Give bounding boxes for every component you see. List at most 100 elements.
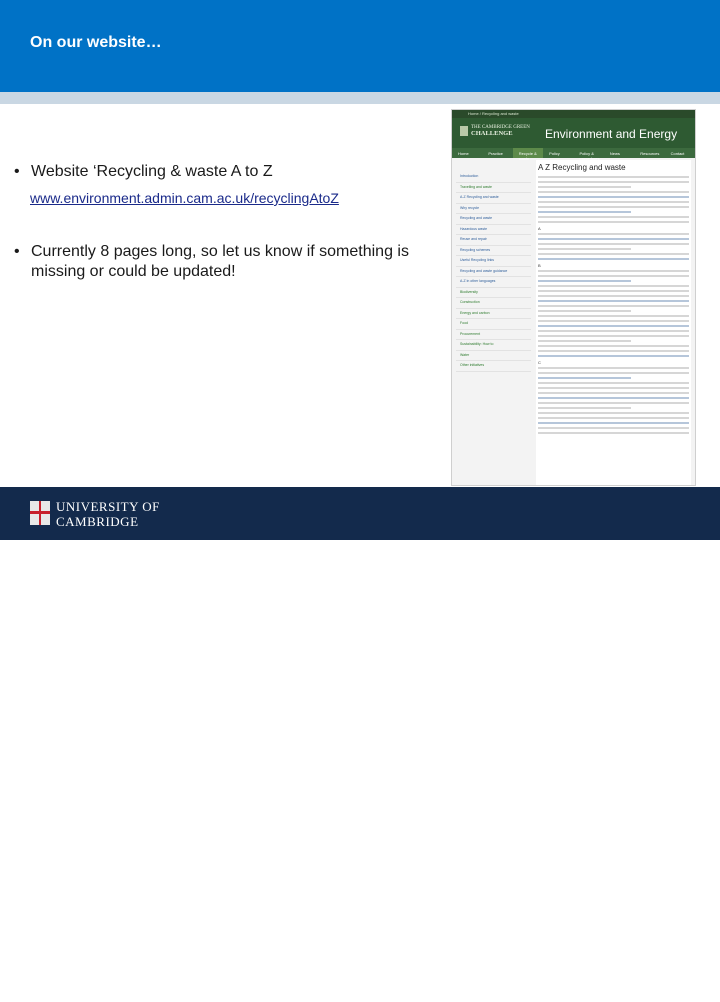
screenshot-nav: Home Practice Recycle & waste Policy Pol… bbox=[452, 148, 695, 161]
text-line bbox=[538, 402, 689, 404]
text-line bbox=[538, 191, 689, 193]
text-line bbox=[538, 211, 631, 213]
screenshot-page-heading: A Z Recycling and waste bbox=[536, 160, 691, 176]
text-line bbox=[538, 427, 689, 429]
sidebar-item: Useful Recycling links bbox=[456, 256, 531, 267]
sidebar-item: Introduction bbox=[456, 172, 531, 183]
text-line bbox=[538, 315, 689, 317]
footer-band: UNIVERSITY OF CAMBRIDGE 25 bbox=[0, 487, 720, 1002]
text-line bbox=[538, 275, 689, 277]
text-line bbox=[538, 310, 631, 312]
divider-band bbox=[0, 92, 720, 104]
nav-item: News bbox=[609, 151, 620, 156]
slide-title: On our website… bbox=[30, 34, 162, 51]
text-line bbox=[538, 330, 689, 332]
text-line bbox=[538, 221, 689, 223]
text-line bbox=[538, 345, 689, 347]
sidebar-item: Recycling schemes bbox=[456, 246, 531, 256]
university-crest-icon bbox=[30, 501, 50, 525]
sidebar-item: Sustainability: How to bbox=[456, 340, 531, 351]
sidebar-item: Energy and carbon bbox=[456, 309, 531, 319]
screenshot-sidebar: Introduction Travelling and waste A-Z Re… bbox=[456, 172, 531, 372]
text-line bbox=[538, 243, 689, 245]
sidebar-item: Hazardous waste bbox=[456, 225, 531, 235]
text-line bbox=[538, 196, 689, 198]
text-line bbox=[538, 335, 689, 337]
text-line bbox=[538, 367, 689, 369]
text-line bbox=[538, 186, 631, 188]
title-band: On our website… bbox=[0, 0, 720, 92]
text-line bbox=[538, 382, 689, 384]
page-number: 25 bbox=[681, 995, 689, 1002]
text-line bbox=[538, 355, 689, 357]
screenshot-site-name: Environment and Energy bbox=[545, 127, 678, 141]
text-line bbox=[538, 432, 689, 434]
sidebar-item: Water bbox=[456, 351, 531, 361]
text-line bbox=[538, 372, 689, 374]
nav-item: Recycle & waste bbox=[512, 148, 544, 161]
section-letter: A bbox=[538, 226, 541, 231]
text-line bbox=[538, 258, 689, 260]
sidebar-item: A-Z Recycling and waste bbox=[456, 193, 531, 204]
bullet-text: Website ‘Recycling & waste A to Z bbox=[31, 163, 273, 180]
section-letter: C bbox=[538, 360, 541, 365]
sidebar-item: Food bbox=[456, 319, 531, 330]
nav-item: Policy bbox=[549, 151, 560, 156]
text-line bbox=[538, 392, 689, 394]
text-line bbox=[538, 201, 689, 203]
text-line bbox=[538, 290, 689, 292]
bullet-dot: • bbox=[14, 243, 20, 260]
text-line bbox=[538, 320, 689, 322]
text-line bbox=[538, 325, 689, 327]
section-letter: B bbox=[538, 263, 541, 268]
brand-main: CHALLENGE bbox=[471, 130, 513, 137]
nav-item: Policy & procedures bbox=[579, 151, 600, 161]
text-line bbox=[538, 397, 689, 399]
text-line bbox=[538, 248, 631, 250]
nav-item: Home bbox=[458, 151, 469, 156]
sidebar-item: Why recycle bbox=[456, 204, 531, 214]
sidebar-item: Recycling and waste bbox=[456, 214, 531, 225]
text-line bbox=[538, 407, 631, 409]
recycling-atoz-link[interactable]: www.environment.admin.cam.ac.uk/recyclin… bbox=[30, 190, 339, 206]
sidebar-item: Other initiatives bbox=[456, 361, 531, 372]
text-line bbox=[538, 422, 689, 424]
text-line bbox=[538, 233, 689, 235]
text-line bbox=[538, 285, 689, 287]
bullet-text: Currently 8 pages long, so let us know i… bbox=[31, 243, 409, 280]
crest-cross bbox=[30, 511, 50, 514]
text-line bbox=[538, 377, 631, 379]
nav-item: Resources bbox=[640, 151, 660, 156]
screenshot-brand: THE CAMBRIDGE GREEN CHALLENGE bbox=[471, 125, 530, 137]
website-screenshot: Home / Recycling and waste THE CAMBRIDGE… bbox=[451, 109, 696, 486]
screenshot-main: A Z Recycling and waste A B C bbox=[536, 160, 691, 485]
text-line bbox=[538, 305, 689, 307]
nav-item: Practice bbox=[488, 151, 503, 156]
text-line bbox=[538, 300, 689, 302]
text-line bbox=[538, 270, 689, 272]
university-line1: UNIVERSITY OF bbox=[56, 499, 160, 514]
screenshot-breadcrumb: Home / Recycling and waste bbox=[452, 110, 695, 118]
screenshot-header: THE CAMBRIDGE GREEN CHALLENGE Environmen… bbox=[452, 118, 695, 148]
sidebar-item: A-Z in other languages bbox=[456, 277, 531, 288]
text-line bbox=[538, 295, 689, 297]
text-line bbox=[538, 280, 631, 282]
text-line bbox=[538, 340, 631, 342]
text-line bbox=[538, 387, 689, 389]
university-line2: CAMBRIDGE bbox=[56, 514, 139, 529]
text-line bbox=[538, 216, 689, 218]
nav-item: Contact bbox=[670, 151, 685, 156]
text-line bbox=[538, 206, 689, 208]
bullet-dot: • bbox=[14, 163, 20, 180]
text-line bbox=[538, 412, 689, 414]
text-line bbox=[538, 238, 689, 240]
text-line bbox=[538, 181, 689, 183]
text-line bbox=[538, 350, 689, 352]
sidebar-item: Travelling and waste bbox=[456, 183, 531, 193]
sidebar-item: Construction bbox=[456, 298, 531, 309]
crest-icon bbox=[460, 126, 468, 136]
sidebar-item: Procurement bbox=[456, 330, 531, 340]
text-line bbox=[538, 253, 689, 255]
text-line bbox=[538, 417, 689, 419]
sidebar-item: Reuse and repair bbox=[456, 235, 531, 246]
